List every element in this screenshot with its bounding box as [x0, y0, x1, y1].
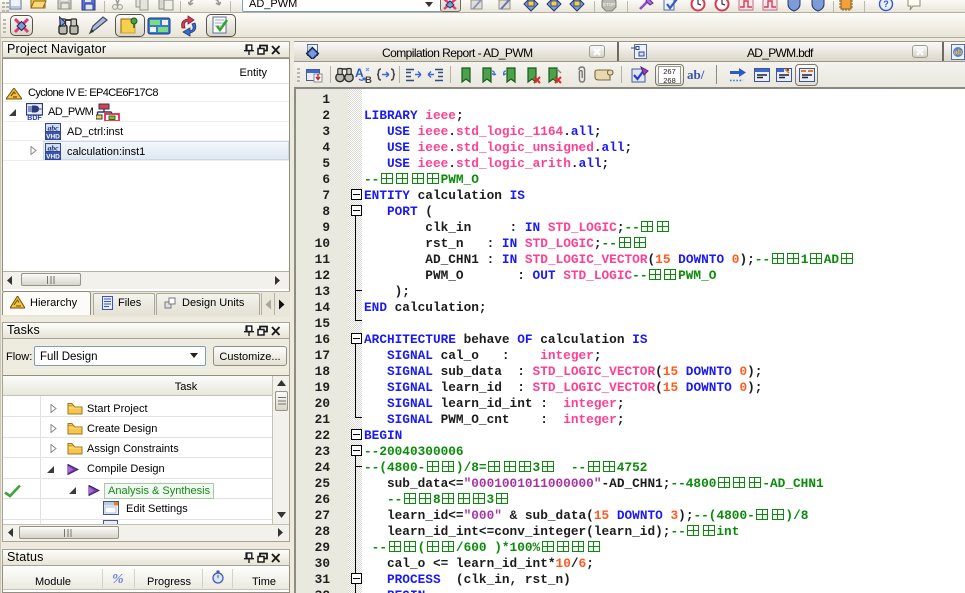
svg-text:VHD: VHD: [46, 134, 60, 141]
svg-text:VHD: VHD: [46, 154, 60, 161]
svg-text:ab: ab: [954, 50, 962, 57]
svg-text:BDF: BDF: [27, 115, 42, 120]
svg-text:B: B: [365, 75, 372, 84]
svg-text:STOP: STOP: [603, 2, 615, 7]
svg-text:?: ?: [883, 0, 889, 9]
